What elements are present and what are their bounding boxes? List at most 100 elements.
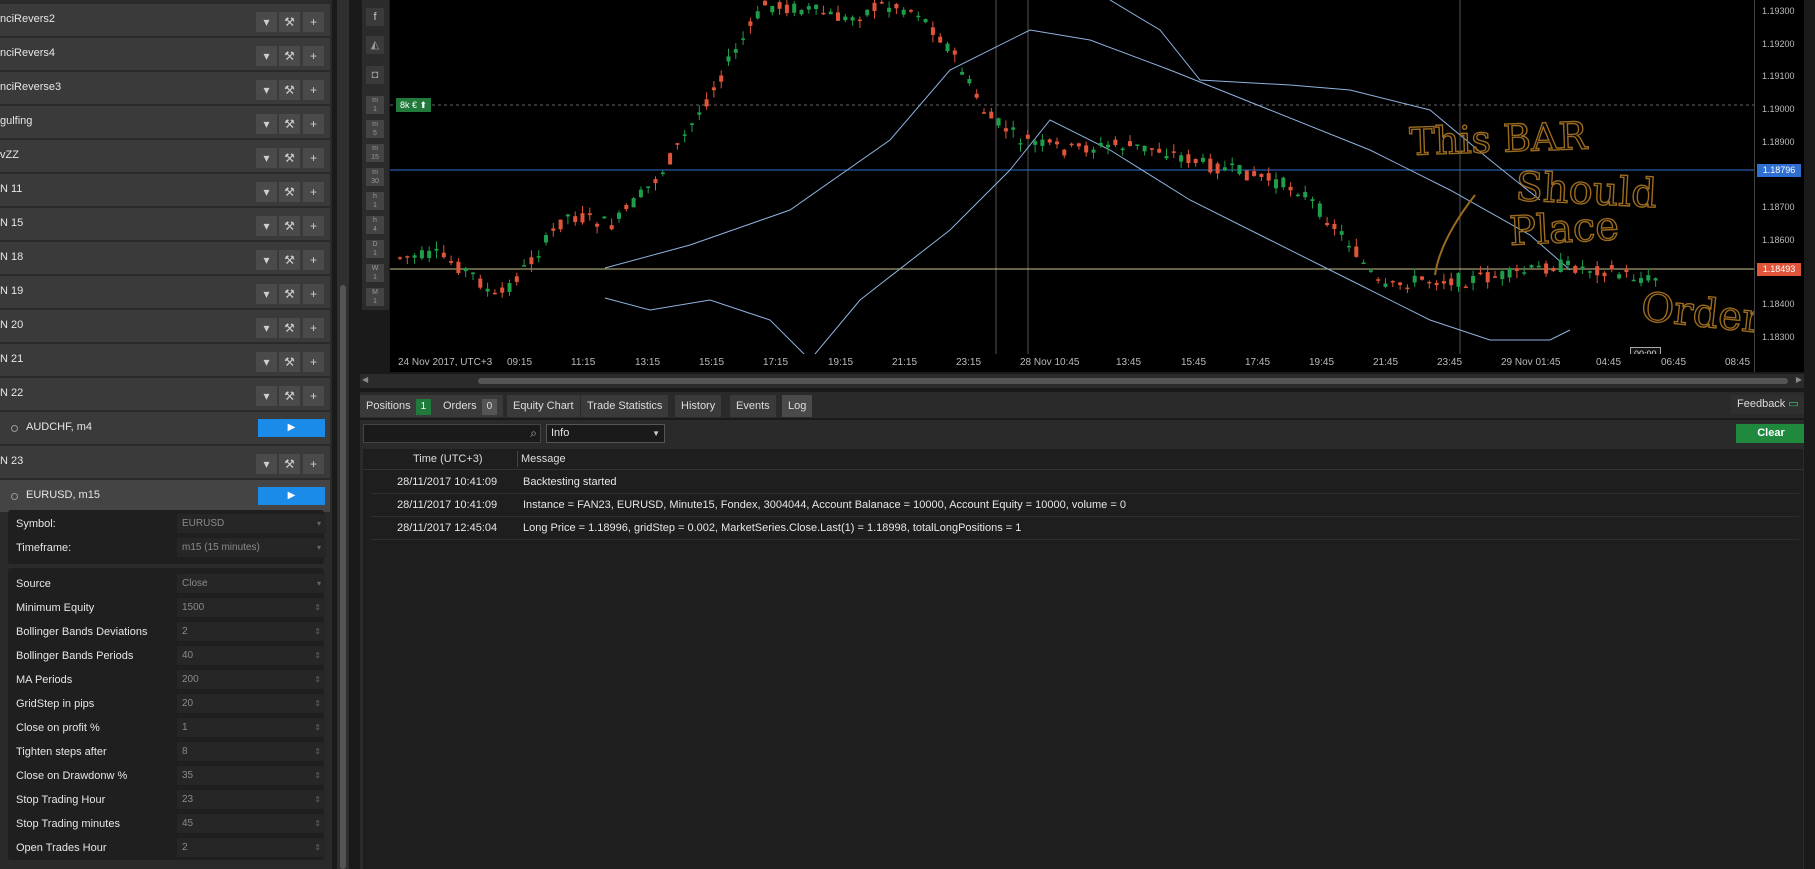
build-icon[interactable]: ⚒ <box>279 114 300 134</box>
tf-h1-icon[interactable]: h1 <box>366 192 384 210</box>
tf-mn1-icon[interactable]: M1 <box>366 288 384 306</box>
bot-row[interactable]: nciReverse3 ▾ ⚒ + <box>0 72 330 106</box>
parameter-input[interactable]: 1 ⇕ <box>177 718 326 737</box>
build-icon[interactable]: ⚒ <box>279 80 300 100</box>
add-instance-icon[interactable]: + <box>303 12 324 32</box>
time-column-header[interactable]: Time (UTC+3) <box>413 453 483 465</box>
bot-row[interactable]: N 15 ▾ ⚒ + <box>0 208 330 242</box>
build-icon[interactable]: ⚒ <box>279 216 300 236</box>
parameter-input[interactable]: 45 ⇕ <box>177 814 326 833</box>
add-instance-icon[interactable]: + <box>303 182 324 202</box>
chart-horizontal-scrollbar[interactable]: ◀ ▶ <box>360 374 1804 388</box>
collapse-icon[interactable]: ▾ <box>256 284 277 304</box>
parameter-input[interactable]: 200 ⇕ <box>177 670 326 689</box>
bot-row[interactable]: N 21 ▾ ⚒ + <box>0 344 330 378</box>
collapse-icon[interactable]: ▾ <box>256 386 277 406</box>
collapse-icon[interactable]: ▾ <box>256 12 277 32</box>
bot-row[interactable]: N 20 ▾ ⚒ + <box>0 310 330 344</box>
parameter-input[interactable]: 8 ⇕ <box>177 742 326 761</box>
tab-equity-chart[interactable]: Equity Chart <box>507 395 580 417</box>
tf-m15-icon[interactable]: m 15 <box>366 144 384 162</box>
bot-row[interactable]: gulfing ▾ ⚒ + <box>0 106 330 140</box>
add-instance-icon[interactable]: + <box>303 386 324 406</box>
instance-eurusd[interactable]: EURUSD, m15 ▶ <box>0 480 330 512</box>
symbol-select[interactable]: EURUSD ▾ <box>177 514 326 533</box>
add-instance-icon[interactable]: + <box>303 352 324 372</box>
tf-m30-icon[interactable]: m 30 <box>366 168 384 186</box>
facebook-icon[interactable]: f <box>366 8 384 26</box>
tab-events[interactable]: Events <box>730 395 776 417</box>
tf-m5-icon[interactable]: m5 <box>366 120 384 138</box>
parameter-input[interactable]: 23 ⇕ <box>177 790 326 809</box>
price-chart[interactable]: This BARShouldPlaceOrder 8k € ⬆ 00:00 <box>390 0 1754 372</box>
parameter-input[interactable]: 20 ⇕ <box>177 694 326 713</box>
timeframe-select[interactable]: m15 (15 minutes) ▾ <box>177 538 326 557</box>
add-instance-icon[interactable]: + <box>303 80 324 100</box>
camera-icon[interactable]: ◘ <box>366 66 384 84</box>
tab-positions[interactable]: Positions 1 <box>360 395 438 417</box>
collapse-icon[interactable]: ▾ <box>256 352 277 372</box>
add-instance-icon[interactable]: + <box>303 216 324 236</box>
parameter-input[interactable]: 40 ⇕ <box>177 646 326 665</box>
collapse-icon[interactable]: ▾ <box>256 318 277 338</box>
bot-row[interactable]: N 19 ▾ ⚒ + <box>0 276 330 310</box>
tab-orders[interactable]: Orders 0 <box>437 395 504 417</box>
tab-trade-statistics[interactable]: Trade Statistics <box>581 395 669 417</box>
build-icon[interactable]: ⚒ <box>279 352 300 372</box>
add-instance-icon[interactable]: + <box>303 114 324 134</box>
collapse-icon[interactable]: ▾ <box>256 80 277 100</box>
position-marker[interactable]: 8k € ⬆ <box>396 98 432 112</box>
bot-n23[interactable]: N 23 ▾ ⚒ + <box>0 446 330 480</box>
collapse-icon[interactable]: ▾ <box>256 454 277 474</box>
parameter-input[interactable]: 2 ⇕ <box>177 622 326 641</box>
collapse-icon[interactable]: ▾ <box>256 114 277 134</box>
parameter-input[interactable]: 1500 ⇕ <box>177 598 326 617</box>
message-column-header[interactable]: Message <box>521 453 566 465</box>
right-scrollbar[interactable] <box>1804 0 1815 869</box>
log-search-input[interactable]: ⌕ <box>363 424 541 443</box>
feedback-button[interactable]: Feedback ▭ <box>1731 395 1809 414</box>
log-row[interactable]: 28/11/2017 12:45:04 Long Price = 1.18996,… <box>371 517 1799 540</box>
drawing-icon[interactable]: ◭ <box>366 36 384 54</box>
bot-row[interactable]: N 22 ▾ ⚒ + <box>0 378 330 412</box>
candlestick-chart[interactable]: This BARShouldPlaceOrder <box>390 0 1754 356</box>
add-instance-icon[interactable]: + <box>303 318 324 338</box>
build-icon[interactable]: ⚒ <box>279 182 300 202</box>
log-row[interactable]: 28/11/2017 10:41:09 Instance = FAN23, EUR… <box>371 494 1799 517</box>
collapse-icon[interactable]: ▾ <box>256 148 277 168</box>
add-instance-icon[interactable]: + <box>303 250 324 270</box>
build-icon[interactable]: ⚒ <box>279 386 300 406</box>
collapse-icon[interactable]: ▾ <box>256 250 277 270</box>
tf-w1-icon[interactable]: W1 <box>366 264 384 282</box>
build-icon[interactable]: ⚒ <box>279 148 300 168</box>
play-button[interactable]: ▶ <box>258 487 325 505</box>
collapse-icon[interactable]: ▾ <box>256 216 277 236</box>
bot-row[interactable]: N 18 ▾ ⚒ + <box>0 242 330 276</box>
log-row[interactable]: 28/11/2017 10:41:09 Backtesting started <box>371 471 1799 494</box>
bot-row[interactable]: nciRevers2 ▾ ⚒ + <box>0 4 330 38</box>
build-icon[interactable]: ⚒ <box>279 454 300 474</box>
sidebar-scrollbar[interactable] <box>337 0 349 869</box>
collapse-icon[interactable]: ▾ <box>256 46 277 66</box>
tf-m1-icon[interactable]: m1 <box>366 96 384 114</box>
clear-log-button[interactable]: Clear <box>1736 424 1806 443</box>
build-icon[interactable]: ⚒ <box>279 46 300 66</box>
bot-row[interactable]: nciRevers4 ▾ ⚒ + <box>0 38 330 72</box>
add-instance-icon[interactable]: + <box>303 454 324 474</box>
tab-log[interactable]: Log <box>782 395 813 417</box>
parameter-select[interactable]: Close ▾ <box>177 574 326 593</box>
build-icon[interactable]: ⚒ <box>279 284 300 304</box>
build-icon[interactable]: ⚒ <box>279 12 300 32</box>
add-instance-icon[interactable]: + <box>303 284 324 304</box>
bot-row[interactable]: N 11 ▾ ⚒ + <box>0 174 330 208</box>
log-level-select[interactable]: Info ▼ <box>546 424 665 443</box>
add-instance-icon[interactable]: + <box>303 148 324 168</box>
build-icon[interactable]: ⚒ <box>279 318 300 338</box>
play-button[interactable]: ▶ <box>258 419 325 437</box>
tab-history[interactable]: History <box>675 395 722 417</box>
parameter-input[interactable]: 2 ⇕ <box>177 838 326 857</box>
parameter-input[interactable]: 35 ⇕ <box>177 766 326 785</box>
build-icon[interactable]: ⚒ <box>279 250 300 270</box>
tf-d1-icon[interactable]: D1 <box>366 240 384 258</box>
add-instance-icon[interactable]: + <box>303 46 324 66</box>
